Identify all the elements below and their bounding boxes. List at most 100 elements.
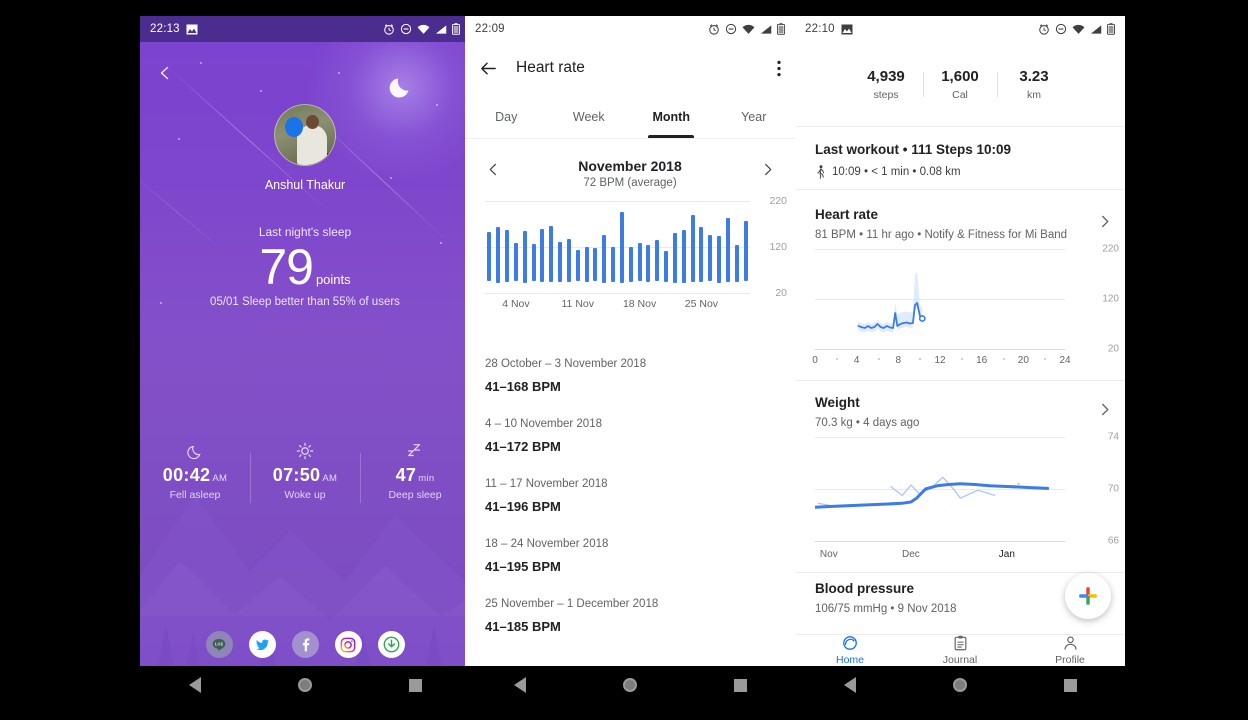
back-triangle-icon[interactable] — [820, 677, 880, 693]
more-vert-icon[interactable] — [777, 60, 781, 77]
list-item[interactable]: 4 – 10 November 2018 41–172 BPM — [465, 404, 795, 464]
weight-title: Weight — [815, 395, 860, 410]
sleep-section-label: Last night's sleep — [258, 225, 352, 239]
y-axis-tick: 220 — [1102, 243, 1119, 255]
x-axis-tick: 12 — [934, 355, 946, 366]
y-axis-tick: 120 — [1102, 293, 1119, 305]
back-triangle-icon[interactable] — [490, 677, 550, 693]
page-title: Heart rate — [516, 59, 585, 76]
chevron-right-icon[interactable] — [1098, 215, 1111, 233]
bar — [513, 243, 518, 282]
avatar[interactable] — [274, 104, 336, 166]
line-icon[interactable] — [205, 631, 233, 658]
weight-card[interactable]: Weight 70.3 kg • 4 days ago 66 70 74 Nov Dec… — [795, 391, 1125, 571]
bar — [672, 233, 677, 283]
x-axis-minor-tick — [835, 358, 838, 360]
facebook-icon[interactable] — [291, 631, 319, 658]
list-item[interactable]: 18 – 24 November 2018 41–195 BPM — [465, 524, 795, 584]
bar — [646, 244, 651, 283]
workout-details: 10:09 • < 1 min • 0.08 km — [832, 166, 961, 178]
nav-item-profile[interactable]: Profile — [1015, 635, 1125, 666]
stat-woke-up[interactable]: 07:50 AM Woke up — [250, 441, 360, 509]
metric-steps[interactable]: 4,939 steps — [849, 68, 923, 101]
wifi-icon — [417, 24, 430, 35]
list-item[interactable]: 28 October – 3 November 2018 41–168 BPM — [465, 344, 795, 404]
nav-item-home[interactable]: Home — [795, 635, 905, 666]
range-label: 28 October – 3 November 2018 — [485, 358, 647, 370]
phone-1-screen: 22:13 Anshul Thakur Last night's sleep 7… — [140, 16, 470, 666]
signal-icon — [760, 24, 772, 35]
instagram-icon[interactable] — [334, 631, 362, 658]
range-label: 18 – 24 November 2018 — [485, 538, 609, 550]
back-arrow-icon[interactable] — [479, 59, 498, 78]
bar — [717, 235, 722, 283]
range-bpm: 41–195 BPM — [485, 559, 561, 574]
bar — [611, 247, 616, 283]
x-axis-minor-tick — [919, 358, 922, 360]
list-item[interactable]: 25 November – 1 December 2018 41–185 BPM — [465, 584, 795, 644]
tab-day[interactable]: Day — [465, 96, 548, 138]
heart-rate-card[interactable]: Heart rate 81 BPM • 11 hr ago • Notify &… — [795, 203, 1125, 373]
x-axis-minor-tick — [960, 358, 963, 360]
tab-month[interactable]: Month — [630, 96, 713, 138]
back-chevron-icon[interactable] — [152, 60, 178, 86]
screenshot-root: 22:13 Anshul Thakur Last night's sleep 7… — [0, 0, 1248, 720]
weight-subtitle: 70.3 kg • 4 days ago — [815, 417, 920, 429]
bar — [505, 229, 510, 282]
home-circle-icon[interactable] — [275, 678, 335, 692]
heart-rate-subtitle: 81 BPM • 11 hr ago • Notify & Fitness fo… — [815, 229, 1068, 241]
star-dot — [436, 104, 438, 106]
y-axis-tick: 74 — [1107, 431, 1119, 443]
weight-header: Weight 70.3 kg • 4 days ago — [815, 395, 919, 429]
range-bpm: 41–185 BPM — [485, 619, 561, 634]
status-time: 22:09 — [475, 23, 505, 35]
x-axis-tick: 20 — [1017, 355, 1029, 366]
nav-item-journal[interactable]: Journal — [905, 635, 1015, 666]
bar — [496, 227, 501, 283]
range-bpm: 41–172 BPM — [485, 439, 561, 454]
stat-fell-asleep[interactable]: 00:42 AM Fell asleep — [140, 441, 250, 509]
x-axis-tick: Jan — [998, 549, 1015, 560]
system-navigation-bar — [795, 666, 1125, 704]
y-axis-tick: 220 — [769, 195, 787, 207]
y-axis-tick: 20 — [1107, 343, 1119, 355]
bar — [566, 238, 571, 283]
chevron-right-icon[interactable] — [1098, 403, 1111, 421]
recents-square-icon[interactable] — [1040, 678, 1100, 692]
star-dot — [338, 72, 340, 74]
workout-details-row: 10:09 • < 1 min • 0.08 km — [815, 165, 1115, 179]
recents-square-icon[interactable] — [385, 678, 445, 692]
metric-calories[interactable]: 1,600 Cal — [923, 68, 997, 101]
list-item[interactable]: 11 – 17 November 2018 41–196 BPM — [465, 464, 795, 524]
moon-icon — [140, 441, 250, 461]
walking-icon — [815, 165, 826, 179]
period-tabs: Day Week Month Year — [465, 96, 795, 138]
x-axis-tick: 0 — [812, 355, 818, 366]
tab-week[interactable]: Week — [548, 96, 631, 138]
status-bar: 22:09 — [465, 16, 795, 42]
x-axis-tick: 4 — [853, 355, 860, 366]
metric-unit: Cal — [952, 88, 968, 101]
home-circle-icon[interactable] — [930, 678, 990, 692]
share-row — [140, 623, 470, 666]
download-icon[interactable] — [377, 631, 405, 658]
recents-square-icon[interactable] — [710, 678, 770, 692]
stat-deep-sleep[interactable]: 47 min Deep sleep — [360, 441, 470, 509]
bar — [637, 242, 642, 282]
bar — [575, 250, 580, 282]
stat-label: Woke up — [284, 489, 326, 501]
twitter-icon[interactable] — [248, 631, 276, 658]
range-bpm: 41–168 BPM — [485, 379, 561, 394]
battery-icon — [1107, 23, 1115, 35]
status-bar: 22:13 — [140, 16, 470, 42]
add-data-fab[interactable] — [1065, 573, 1111, 619]
back-triangle-icon[interactable] — [165, 677, 225, 693]
star-dot — [260, 90, 262, 92]
home-circle-icon[interactable] — [600, 678, 660, 692]
bar — [708, 234, 713, 282]
tab-year[interactable]: Year — [713, 96, 796, 138]
last-workout-card[interactable]: Last workout • 111 Steps 10:09 10:09 • <… — [815, 142, 1115, 179]
metric-unit: steps — [873, 88, 899, 101]
metric-distance[interactable]: 3.23 km — [997, 68, 1071, 101]
bar — [725, 218, 730, 282]
